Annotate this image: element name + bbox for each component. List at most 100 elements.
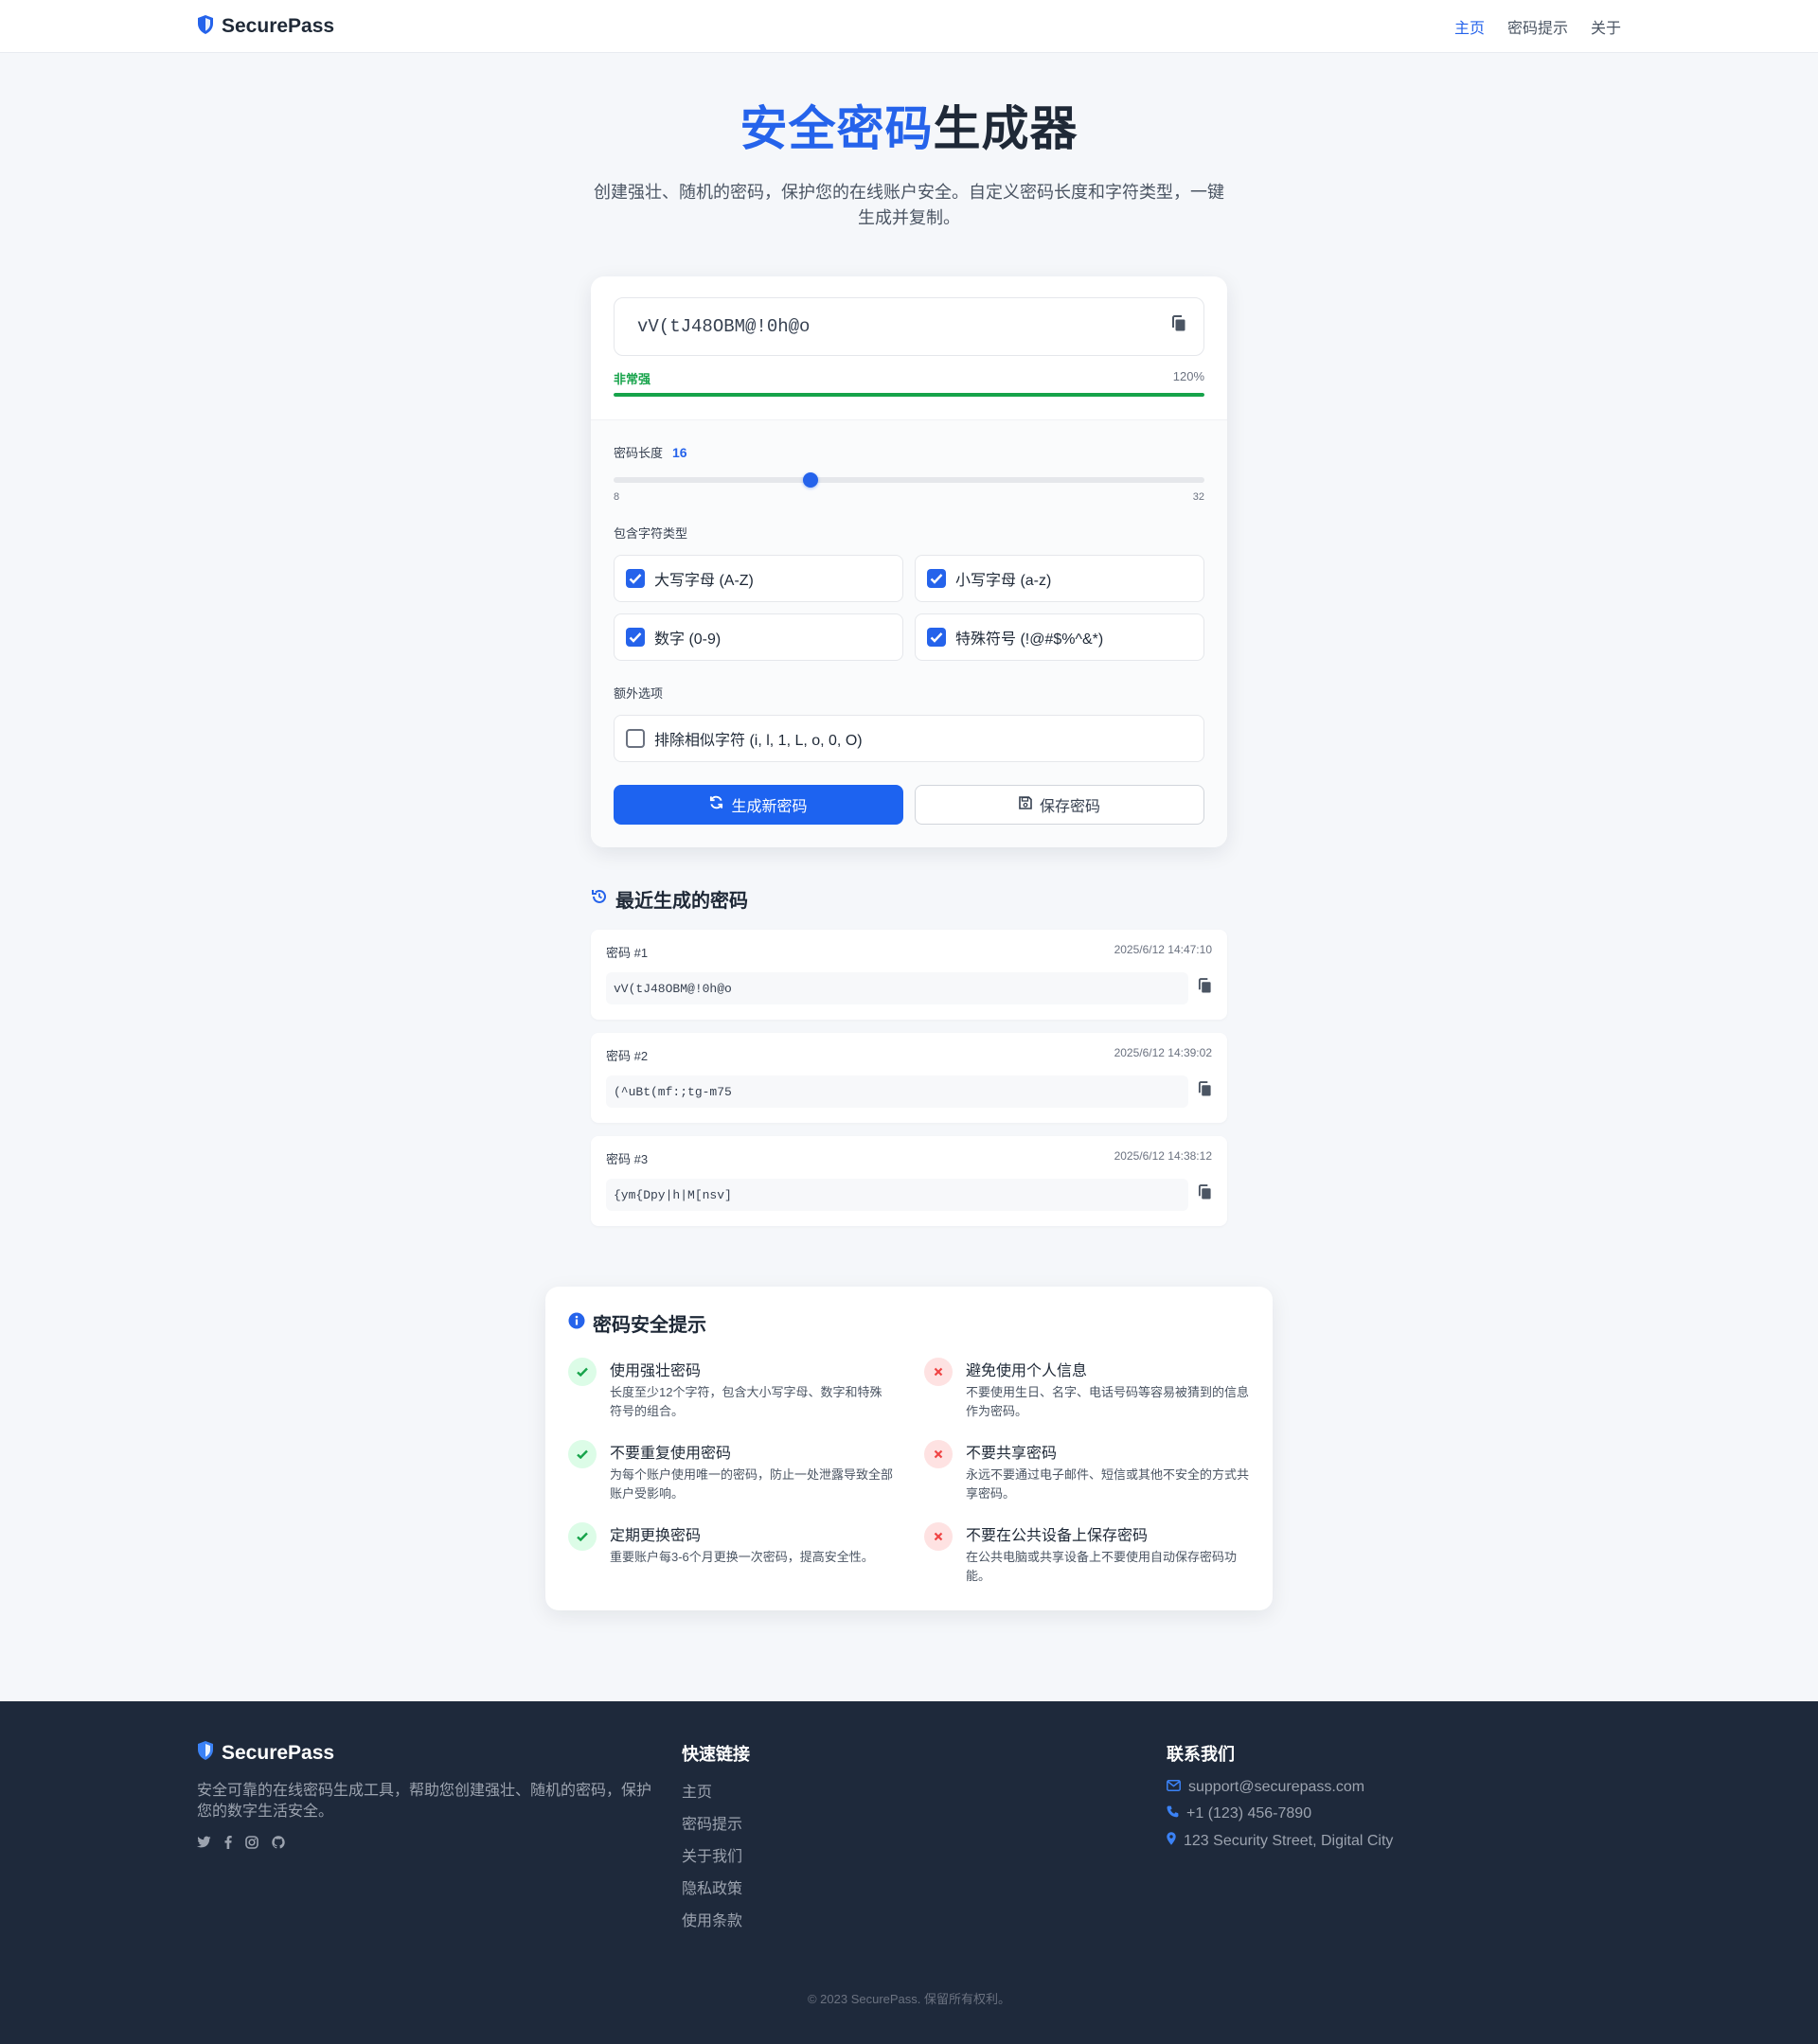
recent-item-password[interactable]: (^uBt(mf:;tg-m75 <box>606 1075 1188 1108</box>
footer-link-about[interactable]: 关于我们 <box>682 1843 1167 1866</box>
copyright: © 2023 SecurePass. 保留所有权利。 <box>807 1992 1011 2006</box>
check-icon <box>568 1358 597 1386</box>
recent-item-time: 2025/6/12 14:39:02 <box>1114 1046 1212 1059</box>
option-exclude-similar[interactable]: 排除相似字符 (i, l, 1, L, o, 0, O) <box>614 715 1204 762</box>
recent-item-name: 密码 #3 <box>606 1152 649 1166</box>
length-min: 8 <box>614 491 620 503</box>
recent-item-name: 密码 #2 <box>606 1049 649 1063</box>
length-value: 16 <box>672 445 687 460</box>
info-icon <box>568 1312 585 1335</box>
save-button-label: 保存密码 <box>1039 799 1100 815</box>
slider-thumb[interactable] <box>803 472 818 488</box>
facebook-icon[interactable] <box>224 1836 232 1854</box>
page-title: 安全密码生成器 <box>0 91 1818 159</box>
shield-icon <box>197 14 214 39</box>
tips-title: 密码安全提示 <box>568 1309 1250 1337</box>
checkbox-lowercase[interactable] <box>927 569 946 588</box>
copy-icon[interactable] <box>1171 315 1186 338</box>
option-symbols[interactable]: 特殊符号 (!@#$%^&*) <box>915 613 1204 661</box>
contact-address[interactable]: 123 Security Street, Digital City <box>1167 1832 1393 1850</box>
recent-item: 密码 #2 2025/6/12 14:39:02 (^uBt(mf:;tg-m7… <box>591 1033 1227 1123</box>
tip-item: 不要在公共设备上保存密码在公共电脑或共享设备上不要使用自动保存密码功能。 <box>924 1522 1250 1586</box>
footer-brand-name: SecurePass <box>222 1742 335 1764</box>
contact-email[interactable]: support@securepass.com <box>1167 1779 1393 1796</box>
footer-link-terms[interactable]: 使用条款 <box>682 1908 1167 1930</box>
contact-address-text: 123 Security Street, Digital City <box>1184 1832 1394 1849</box>
generate-button-label: 生成新密码 <box>731 799 808 815</box>
history-icon <box>591 888 608 911</box>
slider-track <box>614 477 1204 483</box>
security-tips: 密码安全提示 使用强壮密码 长度至少12个字符，包含大小写字母、数字和特殊符号的组… <box>545 1287 1273 1610</box>
twitter-icon[interactable] <box>197 1836 211 1854</box>
length-label: 密码长度 <box>614 446 664 460</box>
tip-desc: 在公共电脑或共享设备上不要使用自动保存密码功能。 <box>966 1550 1238 1583</box>
footer-description: 安全可靠的在线密码生成工具，帮助您创建强壮、随机的密码，保护您的数字生活安全。 <box>197 1783 652 1820</box>
tip-head: 不要在公共设备上保存密码 <box>966 1528 1149 1544</box>
extra-label: 额外选项 <box>614 686 664 701</box>
recent-item-password[interactable]: vV(tJ48OBM@!0h@o <box>606 972 1188 1004</box>
copy-icon[interactable] <box>1198 1184 1212 1205</box>
refresh-icon <box>709 795 723 814</box>
tip-item: 避免使用个人信息 不要使用生日、名字、电话号码等容易被猜到的信息作为密码。 <box>924 1358 1250 1421</box>
contact-list: support@securepass.com +1 (123) 456-7890… <box>1167 1779 1393 1850</box>
copy-icon[interactable] <box>1198 978 1212 999</box>
generate-button[interactable]: 生成新密码 <box>614 785 903 825</box>
x-icon <box>924 1522 953 1551</box>
copy-icon[interactable] <box>1198 1081 1212 1102</box>
check-icon <box>568 1522 597 1551</box>
save-button[interactable]: 保存密码 <box>915 785 1204 825</box>
length-slider[interactable] <box>614 471 1204 489</box>
password-display[interactable]: vV(tJ48OBM@!0h@o <box>614 297 1204 356</box>
instagram-icon[interactable] <box>245 1836 258 1854</box>
page-title-highlight: 安全密码 <box>740 102 934 155</box>
social-links <box>197 1836 682 1854</box>
footer-link-privacy[interactable]: 隐私政策 <box>682 1875 1167 1898</box>
nav-about[interactable]: 关于 <box>1591 15 1621 38</box>
top-navbar: SecurePass 主页 密码提示 关于 <box>0 0 1818 53</box>
page-title-rest: 生成器 <box>933 102 1078 155</box>
strength-percent: 120% <box>1172 369 1204 383</box>
x-icon <box>924 1358 953 1386</box>
checkbox-symbols[interactable] <box>927 628 946 647</box>
option-uppercase-label: 大写字母 (A-Z) <box>654 573 754 589</box>
generated-password: vV(tJ48OBM@!0h@o <box>637 316 811 337</box>
quick-links-title: 快速链接 <box>682 1745 750 1764</box>
option-numbers-label: 数字 (0-9) <box>654 631 722 648</box>
shield-icon <box>197 1741 214 1766</box>
github-icon[interactable] <box>272 1836 285 1854</box>
main-nav: 主页 密码提示 关于 <box>1454 15 1621 38</box>
checkbox-numbers[interactable] <box>626 628 645 647</box>
strength-label: 非常强 <box>614 372 651 386</box>
recent-title-text: 最近生成的密码 <box>615 891 748 912</box>
recent-item-password[interactable]: {ym{Dpy|h|M[nsv] <box>606 1179 1188 1211</box>
charset-label: 包含字符类型 <box>614 526 688 541</box>
strength-bar-fill <box>614 393 1204 397</box>
tip-desc: 永远不要通过电子邮件、短信或其他不安全的方式共享密码。 <box>966 1467 1250 1501</box>
hero: 安全密码生成器 创建强壮、随机的密码，保护您的在线账户安全。自定义密码长度和字符… <box>0 53 1818 231</box>
brand-logo[interactable]: SecurePass <box>197 14 334 39</box>
tip-desc: 长度至少12个字符，包含大小写字母、数字和特殊符号的组合。 <box>610 1385 882 1418</box>
length-max: 32 <box>1192 491 1204 503</box>
contact-phone[interactable]: +1 (123) 456-7890 <box>1167 1805 1393 1822</box>
nav-tips[interactable]: 密码提示 <box>1507 15 1568 38</box>
option-uppercase[interactable]: 大写字母 (A-Z) <box>614 555 903 602</box>
recent-passwords: 最近生成的密码 密码 #1 2025/6/12 14:47:10 vV(tJ48… <box>591 885 1227 1226</box>
footer-link-tips[interactable]: 密码提示 <box>682 1811 1167 1834</box>
check-icon <box>568 1440 597 1468</box>
quick-links: 主页 密码提示 关于我们 隐私政策 使用条款 <box>682 1779 1167 1930</box>
recent-item: 密码 #3 2025/6/12 14:38:12 {ym{Dpy|h|M[nsv… <box>591 1136 1227 1226</box>
option-numbers[interactable]: 数字 (0-9) <box>614 613 903 661</box>
contact-title: 联系我们 <box>1167 1745 1235 1764</box>
footer-link-home[interactable]: 主页 <box>682 1779 1167 1802</box>
recent-item-time: 2025/6/12 14:47:10 <box>1114 943 1212 956</box>
nav-home[interactable]: 主页 <box>1454 15 1485 38</box>
checkbox-uppercase[interactable] <box>626 569 645 588</box>
option-lowercase[interactable]: 小写字母 (a-z) <box>915 555 1204 602</box>
option-exclude-similar-label: 排除相似字符 (i, l, 1, L, o, 0, O) <box>654 733 863 749</box>
tips-title-text: 密码安全提示 <box>593 1315 706 1336</box>
option-symbols-label: 特殊符号 (!@#$%^&*) <box>955 631 1104 648</box>
checkbox-exclude-similar[interactable] <box>626 729 645 748</box>
footer-brand[interactable]: SecurePass <box>197 1741 682 1766</box>
recent-title: 最近生成的密码 <box>591 885 1227 913</box>
tip-desc: 为每个账户使用唯一的密码，防止一处泄露导致全部账户受影响。 <box>610 1467 894 1501</box>
